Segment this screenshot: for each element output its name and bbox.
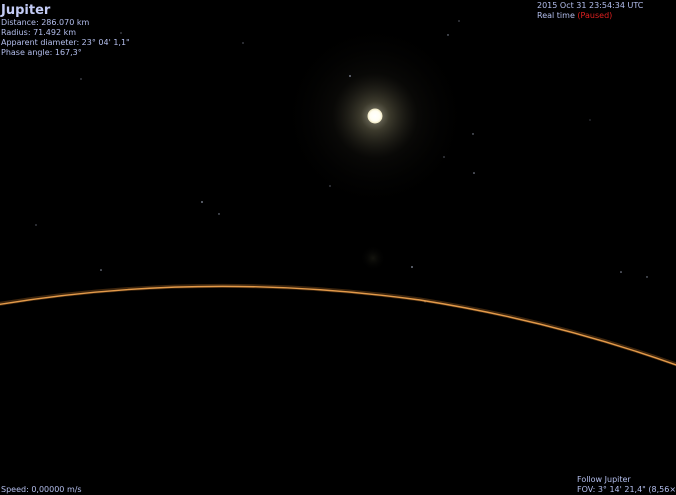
object-name[interactable]: Jupiter	[1, 3, 130, 18]
star	[201, 201, 203, 203]
star	[80, 78, 82, 80]
time-panel: 2015 Oct 31 23:54:34 UTC Real time (Paus…	[537, 1, 643, 21]
object-distance: Distance: 286.070 km	[1, 18, 90, 27]
speed-panel: Speed: 0,00000 m/s	[1, 485, 82, 495]
star	[458, 20, 460, 22]
object-phase-angle: Phase angle: 167,3°	[1, 48, 82, 57]
star	[646, 276, 648, 278]
fov-readout: FOV: 3° 14' 21,4" (8,56×)	[577, 485, 676, 494]
lens-ghost	[360, 245, 386, 271]
star	[620, 271, 622, 273]
sun-icon[interactable]	[367, 108, 383, 124]
render-viewport[interactable]: Jupiter Distance: 286.070 km Radius: 71.…	[0, 0, 676, 495]
star	[218, 213, 220, 215]
star	[349, 75, 351, 77]
follow-panel: Follow Jupiter FOV: 3° 14' 21,4" (8,56×)	[577, 475, 676, 495]
star	[100, 269, 102, 271]
time-mode: Real time	[537, 11, 575, 20]
planet-night-side	[0, 287, 676, 495]
star	[473, 172, 475, 174]
star	[329, 185, 331, 187]
paused-status: (Paused)	[577, 11, 613, 20]
star	[472, 133, 474, 135]
time-mode-line: Real time (Paused)	[537, 11, 643, 21]
object-info-panel: Jupiter Distance: 286.070 km Radius: 71.…	[1, 3, 130, 58]
object-apparent-diameter: Apparent diameter: 23° 04' 1,1"	[1, 38, 130, 47]
star	[35, 224, 37, 226]
star	[589, 119, 591, 121]
star	[411, 266, 413, 268]
star	[443, 156, 445, 158]
speed-readout: Speed: 0,00000 m/s	[1, 485, 82, 494]
space-scene	[0, 20, 676, 495]
star	[447, 34, 449, 36]
star	[242, 42, 244, 44]
object-radius: Radius: 71.492 km	[1, 28, 77, 37]
date-time[interactable]: 2015 Oct 31 23:54:34 UTC	[537, 1, 643, 11]
follow-target: Follow Jupiter	[577, 475, 631, 484]
